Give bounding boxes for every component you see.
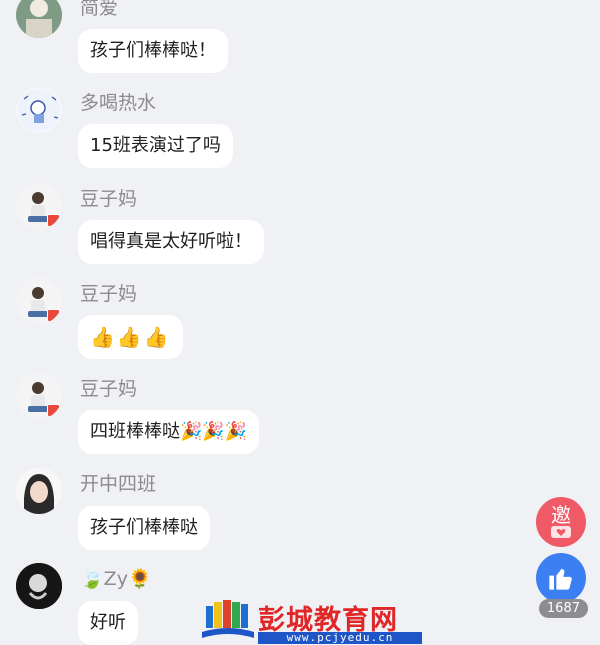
party-popper-emoji: 🎉🎉🎉 — [180, 421, 248, 442]
invite-label: 邀 — [551, 503, 571, 527]
sender-name: 多喝热水 — [80, 92, 157, 114]
watermark: 彭城教育网 www.pcjyedu.cn — [200, 598, 425, 644]
like-count: 1687 — [538, 599, 588, 618]
thumbs-up-icon — [549, 568, 572, 590]
sender-name-text: Zy — [103, 568, 128, 590]
message-bubble: 孩子们棒棒哒 — [78, 506, 210, 550]
avatar[interactable] — [16, 373, 62, 419]
sender-name: 豆子妈 — [80, 188, 138, 210]
avatar[interactable] — [16, 0, 62, 38]
message-bubble: 孩子们棒棒哒！ — [78, 29, 228, 73]
message-bubble: 15班表演过了吗 — [78, 124, 233, 168]
message-text: 四班棒棒哒 — [90, 421, 180, 442]
badge-icon — [47, 309, 60, 322]
avatar[interactable] — [16, 563, 62, 609]
message-bubble: 好听 — [78, 601, 138, 645]
watermark-url: www.pcjyedu.cn — [258, 632, 422, 644]
badge-icon — [47, 214, 60, 227]
sender-name: 豆子妈 — [80, 283, 138, 305]
sunflower-emoji: 🌻 — [127, 568, 152, 590]
leaf-emoji: 🍃 — [80, 568, 104, 590]
badge-icon — [47, 404, 60, 417]
sender-name: 简爱 — [80, 0, 119, 19]
sender-name: 🍃Zy🌻 — [80, 567, 152, 591]
message-bubble: 四班棒棒哒🎉🎉🎉 — [78, 410, 260, 454]
heart-icon — [551, 526, 571, 538]
message-bubble: 👍👍👍 — [78, 315, 183, 359]
avatar[interactable] — [16, 278, 62, 324]
avatar[interactable] — [16, 468, 62, 514]
avatar[interactable] — [16, 87, 62, 133]
book-logo-icon — [202, 600, 254, 638]
message-bubble: 唱得真是太好听啦！ — [78, 220, 264, 264]
sender-name: 豆子妈 — [80, 378, 138, 400]
avatar[interactable] — [16, 183, 62, 229]
sender-name: 开中四班 — [80, 473, 157, 495]
like-button[interactable] — [536, 553, 586, 603]
invite-button[interactable]: 邀 — [536, 497, 586, 547]
